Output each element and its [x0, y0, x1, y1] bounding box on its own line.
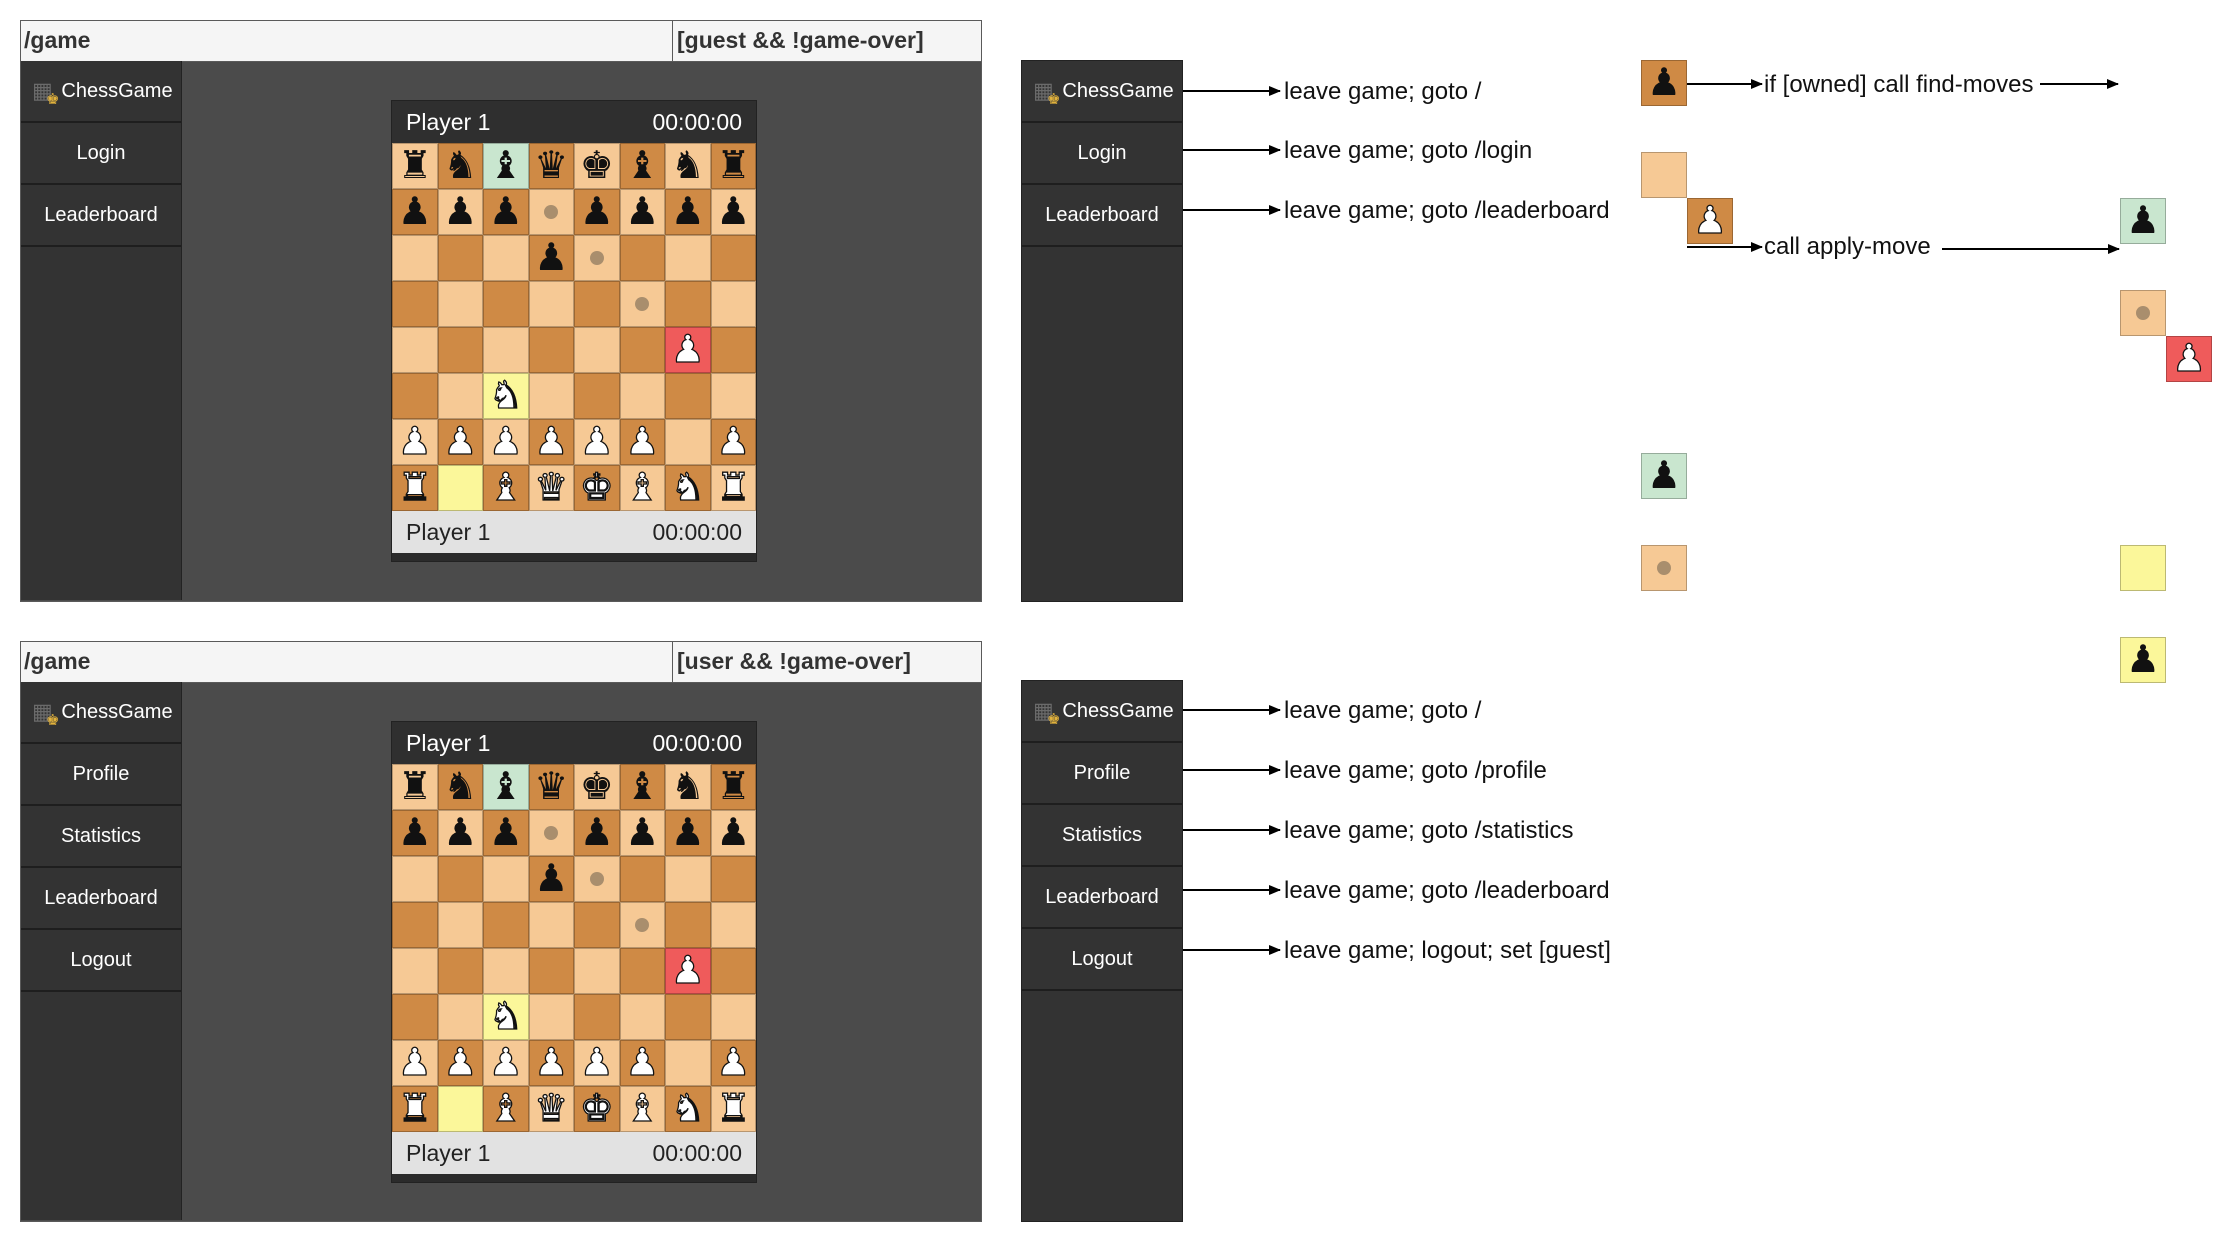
apply-move-label: call apply-move [1764, 233, 1931, 260]
white-pawn-icon: ♟ [1692, 200, 1728, 242]
legend-square: ♟ [1641, 60, 1687, 106]
find-moves-label: if [owned] call find-moves [1764, 71, 2034, 98]
black-pawn-icon: ♟ [1646, 455, 1682, 497]
legend-square: ♟ [2166, 336, 2212, 382]
action-annotation: leave game; goto /statistics [1284, 817, 1574, 844]
move-dot-icon [2136, 306, 2150, 320]
arrow-layer [1183, 79, 2120, 955]
black-pawn-icon: ♟ [2125, 639, 2161, 681]
black-pawn-icon: ♟ [2125, 200, 2161, 242]
legend-square [2120, 545, 2166, 591]
white-pawn-icon: ♟ [2171, 338, 2207, 380]
legend-square [1641, 545, 1687, 591]
black-pawn-icon: ♟ [1646, 62, 1682, 104]
legend-square [1641, 152, 1687, 198]
action-annotation: leave game; goto /leaderboard [1284, 877, 1610, 904]
action-annotation: leave game; goto /login [1284, 137, 1533, 164]
legend-square: ♟ [1687, 198, 1733, 244]
legend-square: ♟ [1641, 453, 1687, 499]
action-annotation: leave game; goto /leaderboard [1284, 197, 1610, 224]
move-dot-icon [1657, 561, 1671, 575]
legend-square: ♟ [2120, 198, 2166, 244]
action-annotation: leave game; goto / [1284, 697, 1482, 724]
action-annotation: leave game; goto /profile [1284, 757, 1547, 784]
legend-square: ♟ [2120, 637, 2166, 683]
action-annotation: leave game; goto / [1284, 78, 1482, 105]
legend-square [2120, 290, 2166, 336]
action-annotation: leave game; logout; set [guest] [1284, 937, 1611, 964]
